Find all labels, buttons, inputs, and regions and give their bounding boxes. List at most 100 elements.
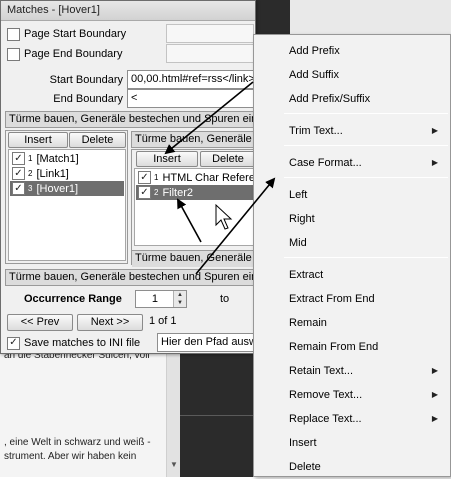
- save-matches-label: Save matches to INI file: [24, 337, 141, 349]
- background-text-panel: an die Stabenhecker Sulcen, voll , eine …: [0, 350, 180, 477]
- submenu-arrow-icon: ▶: [431, 366, 438, 375]
- submenu-arrow-icon: ▶: [431, 390, 438, 399]
- insert-match-button[interactable]: Insert: [8, 132, 68, 148]
- menu-item-label: Add Suffix: [289, 69, 339, 81]
- page-start-boundary-field[interactable]: [166, 24, 254, 43]
- menu-item-left[interactable]: Left: [254, 183, 450, 207]
- filters-list: ✓ 1 HTML Char Referer ✓ 2 Filter2: [134, 168, 256, 246]
- menu-item-add-suffix[interactable]: Add Suffix: [254, 63, 450, 87]
- menu-item-replace-text[interactable]: Replace Text... ▶: [254, 407, 450, 431]
- filter-result-preview: Türme bauen, Generäle b: [132, 250, 254, 267]
- delete-filter-button[interactable]: Delete: [200, 151, 256, 167]
- menu-item-label: Left: [289, 189, 308, 201]
- menu-item-remove-text[interactable]: Remove Text... ▶: [254, 383, 450, 407]
- insert-filter-button[interactable]: Insert: [136, 151, 198, 167]
- menu-item-mid[interactable]: Mid: [254, 231, 450, 255]
- submenu-arrow-icon: ▶: [431, 158, 438, 167]
- submenu-arrow-icon: ▶: [431, 126, 438, 135]
- menu-separator: [284, 177, 448, 178]
- filter-item-selected[interactable]: ✓ 2 Filter2: [136, 185, 254, 200]
- submenu-arrow-icon: ▶: [431, 414, 438, 423]
- checkbox-box[interactable]: ✓: [138, 186, 151, 199]
- match-preview: Türme bauen, Generäle bestechen und Spur…: [5, 111, 255, 128]
- end-boundary-label: End Boundary: [53, 93, 123, 105]
- filter-item-label: HTML Char Referer: [162, 171, 256, 184]
- start-boundary-label: Start Boundary: [49, 74, 123, 86]
- match-item[interactable]: ✓ 2 [Link1]: [10, 166, 124, 181]
- menu-item-delete[interactable]: Delete: [254, 455, 450, 479]
- next-button[interactable]: Next >>: [77, 314, 143, 331]
- match-item-selected[interactable]: ✓ 3 [Hover1]: [10, 181, 124, 196]
- match-item-number: 2: [28, 169, 33, 178]
- checkbox-box[interactable]: [7, 27, 20, 41]
- scroll-down-icon[interactable]: ▼: [170, 460, 178, 469]
- menu-item-label: Right: [289, 213, 315, 225]
- menu-item-trim-text[interactable]: Trim Text... ▶: [254, 119, 450, 143]
- match-item-number: 3: [28, 184, 33, 193]
- menu-item-label: Add Prefix/Suffix: [289, 93, 371, 105]
- menu-item-remain-from-end[interactable]: Remain From End: [254, 335, 450, 359]
- page-start-boundary-checkbox[interactable]: Page Start Boundary: [7, 26, 126, 42]
- save-matches-checkbox[interactable]: ✓ Save matches to INI file: [7, 335, 140, 351]
- menu-item-label: Remove Text...: [289, 389, 363, 401]
- checkbox-box[interactable]: ✓: [12, 152, 25, 165]
- background-scrollbar[interactable]: ▼: [166, 350, 180, 477]
- menu-item-label: Remain From End: [289, 341, 379, 353]
- checkbox-box[interactable]: ✓: [12, 167, 25, 180]
- match-item-label: [Hover1]: [36, 182, 79, 195]
- menu-item-remain[interactable]: Remain: [254, 311, 450, 335]
- filter-item-label: Filter2: [162, 186, 194, 199]
- menu-separator: [284, 257, 448, 258]
- occurrence-from-value[interactable]: 1: [140, 293, 170, 305]
- ini-path-input[interactable]: Hier den Pfad ausw: [157, 333, 255, 352]
- menu-item-retain-text[interactable]: Retain Text... ▶: [254, 359, 450, 383]
- matches-dialog: Matches - [Hover1] Page Start Boundary P…: [0, 0, 256, 354]
- spin-down-icon[interactable]: ▼: [174, 299, 186, 307]
- filter-item-number: 1: [154, 173, 159, 182]
- occurrence-to-label: to: [220, 293, 230, 305]
- filter-preview: Türme bauen, Generäle b: [131, 131, 255, 148]
- menu-item-label: Remain: [289, 317, 327, 329]
- delete-match-button[interactable]: Delete: [69, 132, 126, 148]
- menu-item-label: Extract From End: [289, 293, 375, 305]
- menu-item-label: Replace Text...: [289, 413, 362, 425]
- checkbox-box[interactable]: ✓: [138, 171, 151, 184]
- prev-button[interactable]: << Prev: [7, 314, 73, 331]
- menu-item-right[interactable]: Right: [254, 207, 450, 231]
- filter-item-number: 2: [154, 188, 159, 197]
- match-item-label: [Link1]: [36, 167, 69, 180]
- page-end-boundary-checkbox[interactable]: Page End Boundary: [7, 46, 122, 62]
- menu-item-extract[interactable]: Extract: [254, 263, 450, 287]
- spin-up-icon[interactable]: ▲: [174, 291, 186, 299]
- result-preview: Türme bauen, Generäle bestechen und Spur…: [5, 269, 255, 286]
- checkbox-box[interactable]: ✓: [7, 336, 20, 350]
- menu-item-add-prefix[interactable]: Add Prefix: [254, 39, 450, 63]
- checkbox-box[interactable]: ✓: [12, 182, 25, 195]
- menu-separator: [284, 113, 448, 114]
- checkbox-box[interactable]: [7, 47, 20, 61]
- matches-list: ✓ 1 [Match1] ✓ 2 [Link1] ✓ 3 [Hover1]: [8, 149, 126, 261]
- match-item[interactable]: ✓ 1 [Match1]: [10, 151, 124, 166]
- spinner-arrows[interactable]: ▲ ▼: [173, 291, 186, 307]
- menu-item-insert[interactable]: Insert: [254, 431, 450, 455]
- menu-item-label: Mid: [289, 237, 307, 249]
- filters-panel: Insert Delete ✓ 1 HTML Char Referer ✓ 2 …: [131, 149, 256, 267]
- context-menu: Add Prefix Add Suffix Add Prefix/Suffix …: [253, 34, 451, 477]
- page-end-boundary-field[interactable]: [166, 44, 254, 63]
- end-boundary-input[interactable]: <: [127, 89, 255, 108]
- page-indicator: 1 of 1: [149, 315, 177, 327]
- menu-separator: [284, 145, 448, 146]
- menu-item-label: Delete: [289, 461, 321, 473]
- filter-item[interactable]: ✓ 1 HTML Char Referer: [136, 170, 256, 185]
- dialog-title: Matches - [Hover1]: [1, 1, 255, 21]
- occurrence-range-label: Occurrence Range: [24, 293, 122, 305]
- menu-item-add-prefix-suffix[interactable]: Add Prefix/Suffix: [254, 87, 450, 111]
- menu-item-case-format[interactable]: Case Format... ▶: [254, 151, 450, 175]
- start-boundary-input[interactable]: 00,00.html#ref=rss</link>?: [127, 70, 255, 89]
- menu-item-label: Case Format...: [289, 157, 362, 169]
- occurrence-from-spinner[interactable]: 1 ▲ ▼: [135, 290, 187, 308]
- menu-item-label: Add Prefix: [289, 45, 340, 57]
- menu-item-label: Extract: [289, 269, 324, 281]
- menu-item-label: Trim Text...: [289, 125, 343, 137]
- menu-item-extract-from-end[interactable]: Extract From End: [254, 287, 450, 311]
